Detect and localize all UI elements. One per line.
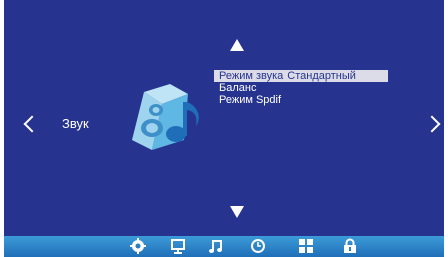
menu-item-label: Баланс <box>219 82 257 94</box>
category-label: Звук <box>62 116 89 131</box>
clock-icon[interactable] <box>250 238 266 254</box>
menu-item-value: Стандартный <box>287 70 356 82</box>
sound-menu-list: Режим звука Стандартный Баланс Режим Spdi… <box>214 70 388 106</box>
scroll-down-arrow-icon[interactable] <box>230 206 244 218</box>
previous-category-chevron-icon[interactable] <box>23 115 41 133</box>
menu-item-balance[interactable]: Баланс <box>217 82 388 94</box>
bottom-category-bar <box>4 236 444 257</box>
scroll-up-arrow-icon[interactable] <box>230 39 244 51</box>
menu-item-label: Режим Spdif <box>219 94 282 106</box>
speaker-music-icon <box>132 84 199 150</box>
music-icon[interactable] <box>208 238 224 254</box>
next-category-chevron-icon[interactable] <box>423 115 441 133</box>
tv-menu-screen: Звук Режим звука Стандартный Баланс Режим… <box>4 0 444 257</box>
menu-item-spdif-mode[interactable]: Режим Spdif <box>217 94 388 106</box>
grid-icon[interactable] <box>298 238 314 254</box>
menu-item-sound-mode[interactable]: Режим звука Стандартный <box>214 70 388 82</box>
display-icon[interactable] <box>170 238 186 254</box>
settings-icon[interactable] <box>130 238 146 254</box>
menu-item-label: Режим звука <box>219 70 284 82</box>
lock-icon[interactable] <box>342 238 358 254</box>
